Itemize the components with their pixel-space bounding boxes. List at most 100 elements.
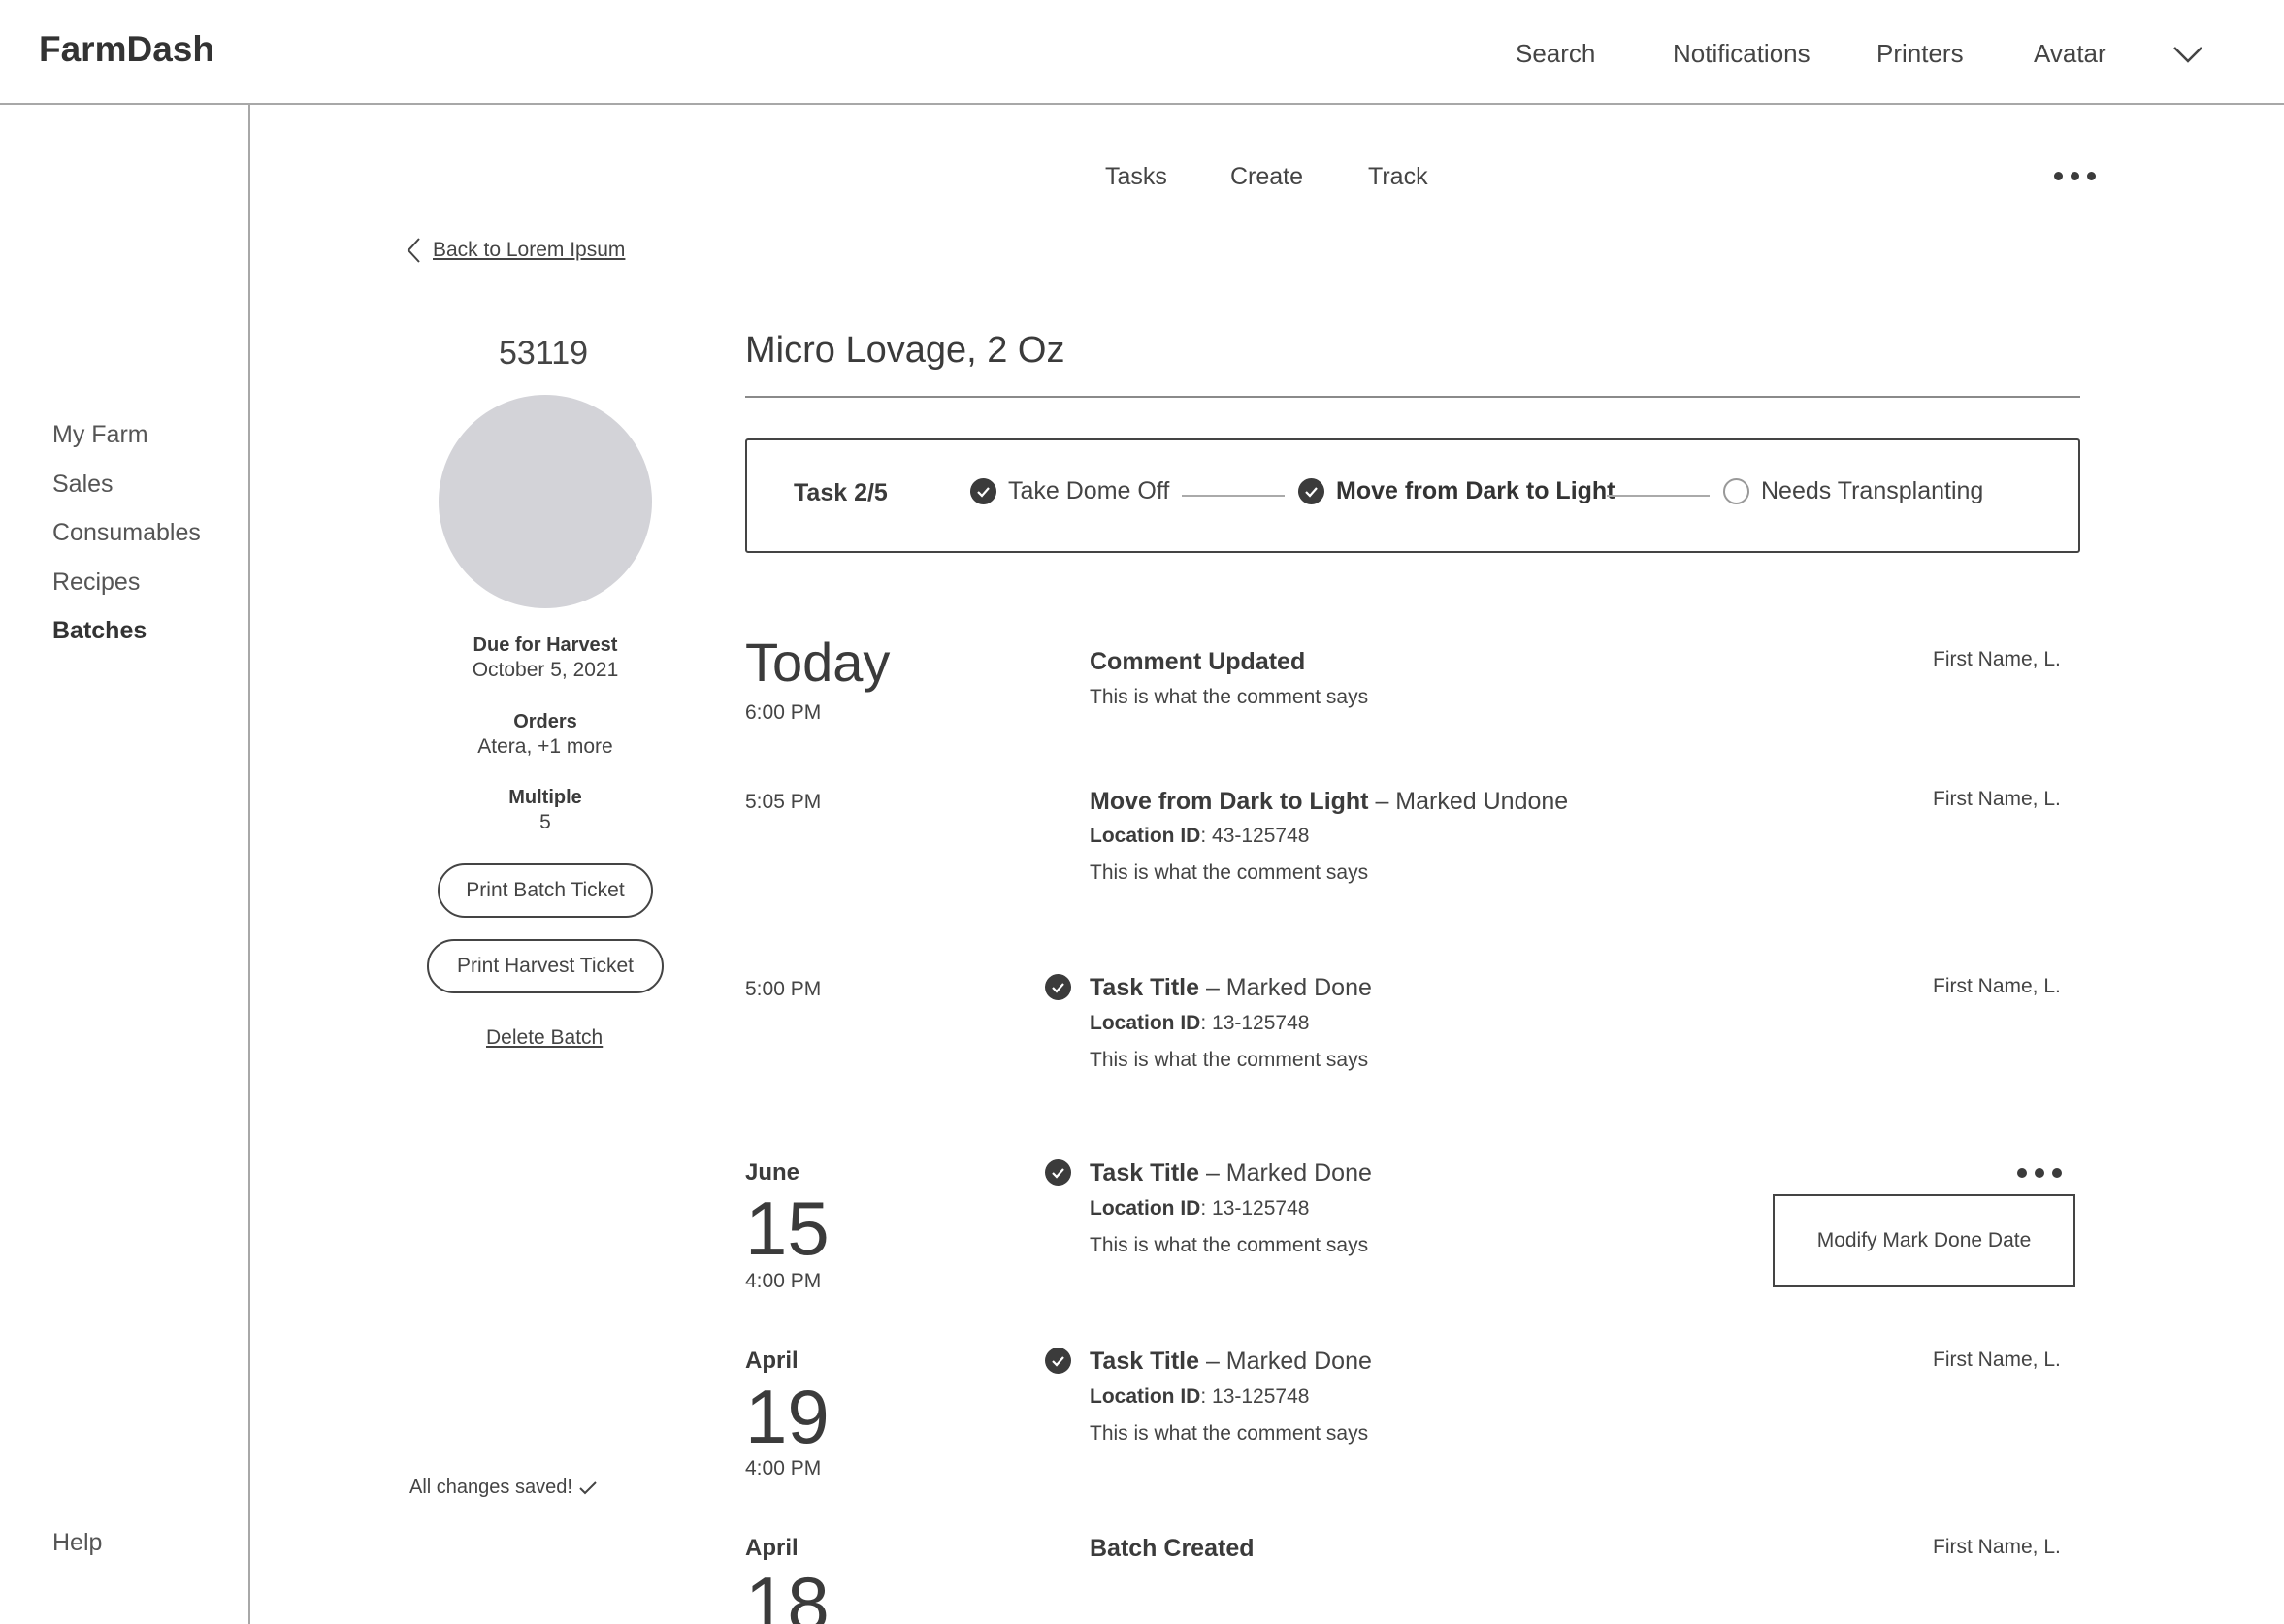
top-header: FarmDash Search Notifications Printers A…: [0, 0, 2284, 105]
event-title-rest: – Marked Done: [1199, 1159, 1372, 1186]
empty-circle-icon: [1723, 478, 1749, 504]
timeline-month: April: [745, 1348, 799, 1374]
event-title-bold: Task Title: [1090, 974, 1200, 1001]
nav-printers[interactable]: Printers: [1876, 39, 1964, 69]
event-title-bold: Batch Created: [1090, 1535, 1255, 1562]
event-comment: This is what the comment says: [1090, 1049, 1369, 1071]
step-connector: [1607, 495, 1710, 497]
modify-mark-done-date-menu-item[interactable]: Modify Mark Done Date: [1773, 1194, 2075, 1287]
event-location: Location ID: 13-125748: [1090, 1012, 1309, 1035]
event-title: Task Title – Marked Done: [1090, 1159, 1372, 1187]
event-comment: This is what the comment says: [1090, 1234, 1369, 1256]
back-link[interactable]: Back to Lorem Ipsum: [406, 237, 625, 264]
save-status: All changes saved!: [409, 1477, 598, 1499]
step-move-dark-to-light[interactable]: Move from Dark to Light: [1298, 477, 1615, 505]
save-status-label: All changes saved!: [409, 1477, 572, 1498]
event-title: Batch Created: [1090, 1535, 1255, 1563]
page-title: Micro Lovage, 2 Oz: [745, 330, 1065, 371]
timeline-today: Today: [745, 632, 891, 693]
sidebar-item-help[interactable]: Help: [52, 1529, 102, 1557]
step-take-dome-off[interactable]: Take Dome Off: [970, 477, 1169, 505]
timeline-day: 18: [745, 1561, 830, 1624]
check-circle-icon: [1298, 478, 1324, 504]
more-horizontal-icon[interactable]: [2017, 1168, 2062, 1178]
event-title-bold: Task Title: [1090, 1348, 1200, 1375]
check-circle-icon: [970, 478, 996, 504]
back-link-label[interactable]: Back to Lorem Ipsum: [433, 239, 625, 262]
multiple-value: 5: [539, 811, 551, 833]
step-connector: [1182, 495, 1285, 497]
timeline-time: 6:00 PM: [745, 701, 822, 724]
multiple-label: Multiple: [508, 787, 582, 808]
event-comment: This is what the comment says: [1090, 1422, 1369, 1445]
event-title-rest: – Marked Undone: [1368, 788, 1569, 815]
print-harvest-ticket-button[interactable]: Print Harvest Ticket: [427, 939, 664, 993]
orders-label: Orders: [513, 711, 577, 732]
tab-tasks[interactable]: Tasks: [1105, 163, 1167, 191]
sidebar-item-batches[interactable]: Batches: [52, 617, 147, 645]
event-user: First Name, L.: [1933, 1536, 2061, 1558]
sidebar-item-sales[interactable]: Sales: [52, 471, 114, 499]
tab-create[interactable]: Create: [1230, 163, 1303, 191]
timeline-time: 5:05 PM: [745, 791, 822, 813]
nav-avatar[interactable]: Avatar: [2034, 39, 2106, 69]
check-circle-icon: [1045, 1159, 1071, 1186]
sidebar-divider: [248, 105, 250, 1624]
event-user: First Name, L.: [1933, 1348, 2061, 1371]
batch-image-placeholder: [439, 395, 652, 608]
event-title: Task Title – Marked Done: [1090, 974, 1372, 1002]
event-title: Comment Updated: [1090, 648, 1305, 676]
task-progress: Task 2/5 Take Dome Off Move from Dark to…: [745, 438, 2080, 553]
check-circle-icon: [1045, 974, 1071, 1000]
due-label: Due for Harvest: [473, 634, 618, 656]
event-comment: This is what the comment says: [1090, 861, 1369, 884]
event-location: Location ID: 13-125748: [1090, 1197, 1309, 1220]
chevron-down-icon[interactable]: [2171, 45, 2204, 64]
event-title-bold: Task Title: [1090, 1159, 1200, 1186]
step-label: Move from Dark to Light: [1336, 477, 1615, 504]
multiple-info: Multiple 5: [400, 787, 691, 834]
timeline-day: 19: [745, 1374, 830, 1459]
checkmark-icon: [579, 1480, 597, 1494]
location-id: : 13-125748: [1200, 1012, 1310, 1034]
event-comment: This is what the comment says: [1090, 686, 1369, 708]
event-title-bold: Move from Dark to Light: [1090, 788, 1369, 815]
location-id: : 43-125748: [1200, 825, 1310, 847]
check-circle-icon: [1045, 1348, 1071, 1374]
event-location: Location ID: 13-125748: [1090, 1385, 1309, 1409]
step-label: Take Dome Off: [1008, 477, 1170, 504]
step-needs-transplanting[interactable]: Needs Transplanting: [1723, 477, 1983, 505]
location-label: Location ID: [1090, 1385, 1201, 1408]
event-title: Task Title – Marked Done: [1090, 1348, 1372, 1376]
event-title-rest: – Marked Done: [1199, 974, 1372, 1001]
batch-id: 53119: [498, 335, 589, 372]
orders-info: Orders Atera, +1 more: [400, 711, 691, 759]
timeline-time: 4:00 PM: [745, 1270, 822, 1292]
app-logo[interactable]: FarmDash: [39, 29, 214, 70]
due-value: October 5, 2021: [472, 659, 619, 681]
sidebar-item-consumables[interactable]: Consumables: [52, 519, 201, 547]
delete-batch-link[interactable]: Delete Batch: [486, 1026, 603, 1050]
print-batch-ticket-button[interactable]: Print Batch Ticket: [438, 863, 653, 918]
more-options-icon[interactable]: [2054, 172, 2096, 180]
location-label: Location ID: [1090, 1012, 1201, 1034]
event-location: Location ID: 43-125748: [1090, 825, 1309, 848]
timeline-time: 4:00 PM: [745, 1457, 822, 1479]
timeline-day: 15: [745, 1186, 830, 1271]
step-label: Needs Transplanting: [1761, 477, 1984, 504]
tab-track[interactable]: Track: [1368, 163, 1428, 191]
event-user: First Name, L.: [1933, 975, 2061, 997]
sidebar-item-recipes[interactable]: Recipes: [52, 568, 140, 597]
task-count: Task 2/5: [794, 479, 888, 506]
timeline-month: June: [745, 1159, 800, 1186]
event-title: Move from Dark to Light – Marked Undone: [1090, 788, 1568, 816]
nav-notifications[interactable]: Notifications: [1673, 39, 1811, 69]
location-label: Location ID: [1090, 825, 1201, 847]
chevron-left-icon: [407, 238, 420, 263]
location-id: : 13-125748: [1200, 1385, 1310, 1408]
sidebar-item-my-farm[interactable]: My Farm: [52, 421, 148, 449]
due-for-harvest: Due for Harvest October 5, 2021: [400, 634, 691, 682]
event-user: First Name, L.: [1933, 788, 2061, 810]
event-user: First Name, L.: [1933, 648, 2061, 670]
nav-search[interactable]: Search: [1516, 39, 1595, 69]
